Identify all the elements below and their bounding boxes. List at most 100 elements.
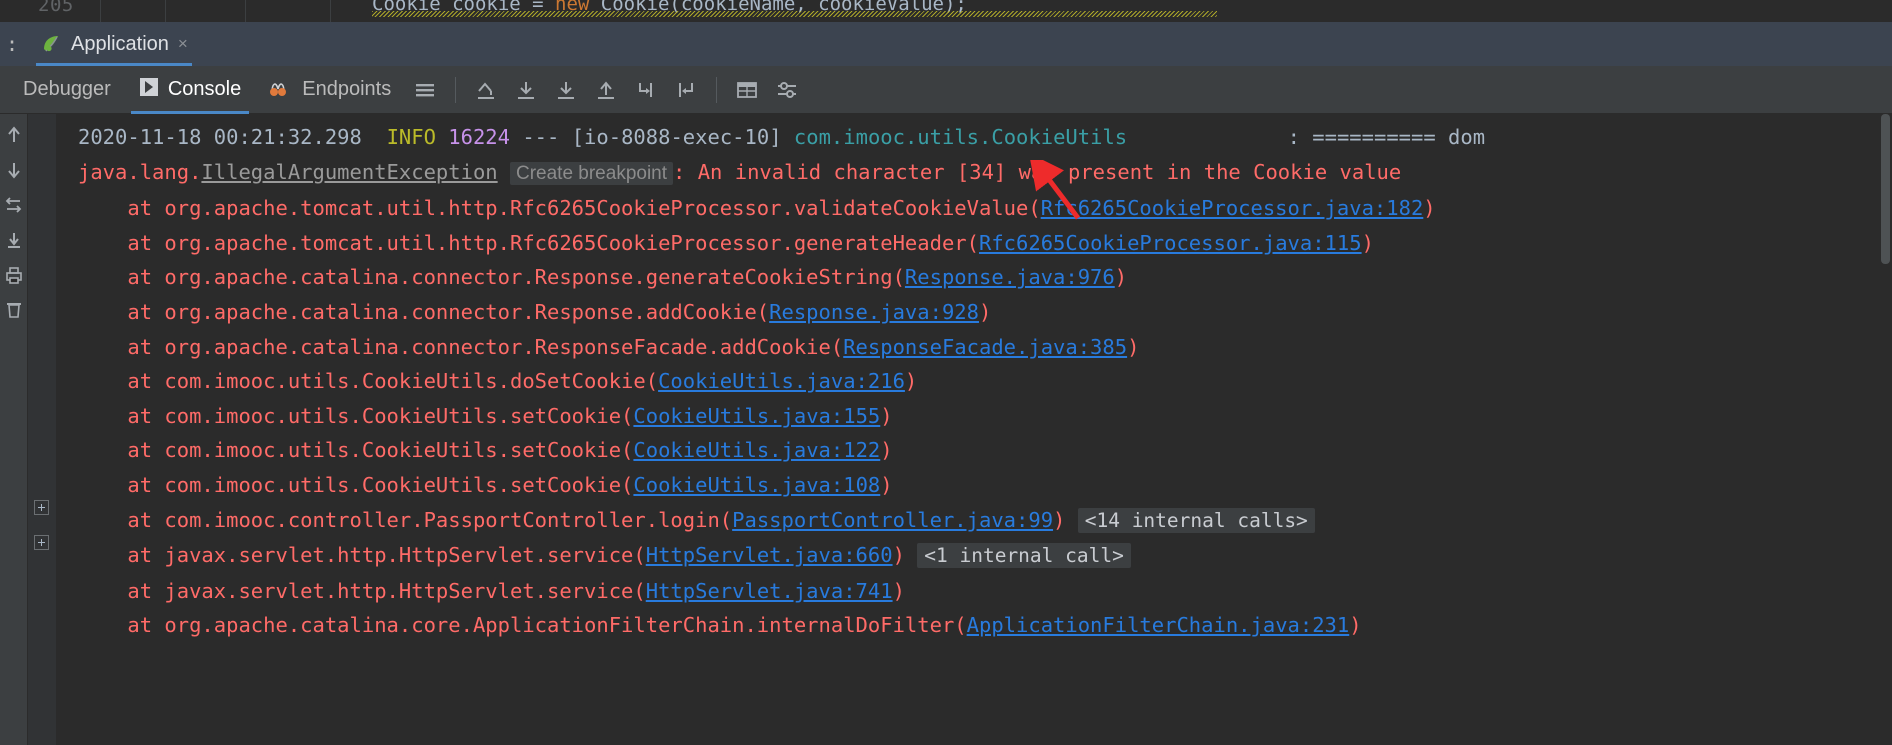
stack-frame-suffix: ) <box>892 543 905 568</box>
exception-message: An invalid character [34] was present in… <box>697 159 1402 184</box>
console-output[interactable]: 2020-11-18 00:21:32.298 INFO 16224 --- [… <box>56 114 1892 745</box>
stack-frame-suffix: ) <box>978 299 992 324</box>
stack-frame-link[interactable]: HttpServlet.java:660 <box>646 543 893 567</box>
stack-frame-suffix: ) <box>1423 196 1436 221</box>
stack-frame-suffix: ) <box>1114 265 1128 290</box>
tabbar-lead-symbol: : <box>6 32 19 56</box>
stack-frame-link[interactable]: CookieUtils.java:122 <box>633 438 880 462</box>
stack-frame-suffix: ) <box>1127 334 1140 359</box>
console-exception-line: java.lang.IllegalArgumentException Creat… <box>56 155 1892 192</box>
stack-frame-text: at org.apache.tomcat.util.http.Rfc6265Co… <box>78 196 1041 221</box>
tab-console[interactable]: Console <box>125 66 255 114</box>
fold-toggle-internal-calls-14[interactable] <box>34 500 49 515</box>
step-over-icon[interactable] <box>506 70 546 110</box>
internal-calls-badge[interactable]: <1 internal call> <box>917 543 1131 569</box>
stack-frame-text: at com.imooc.utils.CookieUtils.doSetCook… <box>78 369 659 394</box>
stack-frame: at com.imooc.utils.CookieUtils.doSetCook… <box>56 364 1892 399</box>
fold-gutter <box>28 114 56 745</box>
log-logger: com.imooc.utils.CookieUtils <box>793 125 1128 149</box>
stack-frame-link[interactable]: PassportController.java:99 <box>732 508 1053 532</box>
stack-frame-text: at javax.servlet.http.HttpServlet.servic… <box>78 578 646 603</box>
console-body: 2020-11-18 00:21:32.298 INFO 16224 --- [… <box>0 114 1892 745</box>
scroll-up-icon[interactable] <box>3 124 25 146</box>
layout-settings-icon[interactable] <box>405 70 445 110</box>
evaluate-expression-icon[interactable] <box>666 70 706 110</box>
force-step-into-icon[interactable] <box>586 70 626 110</box>
console-left-toolbar <box>0 114 28 745</box>
tab-endpoints[interactable]: Endpoints <box>255 66 405 114</box>
log-separator: --- <box>522 125 560 149</box>
clear-all-icon[interactable] <box>3 299 25 321</box>
stack-frame-text: at org.apache.catalina.connector.Respons… <box>78 299 770 324</box>
log-message: ========== dom <box>1312 125 1486 149</box>
scroll-down-icon[interactable] <box>3 159 25 181</box>
stack-frame-text: at org.apache.catalina.connector.Respons… <box>78 334 844 359</box>
stack-frame: at org.apache.catalina.connector.Respons… <box>56 260 1892 295</box>
stack-frame-text: at org.apache.catalina.connector.Respons… <box>78 265 905 290</box>
console-vertical-scrollbar[interactable] <box>1879 114 1892 745</box>
stack-frame-link[interactable]: Response.java:928 <box>769 300 979 324</box>
stack-frame-text: at com.imooc.utils.CookieUtils.setCookie… <box>78 438 634 463</box>
stack-frame-link[interactable]: Rfc6265CookieProcessor.java:182 <box>1041 196 1424 220</box>
soft-wrap-icon[interactable] <box>3 194 25 216</box>
stack-frame: at org.apache.catalina.connector.Respons… <box>56 330 1892 365</box>
show-execution-point-icon[interactable] <box>727 70 767 110</box>
step-out-icon[interactable] <box>466 70 506 110</box>
run-tab-application[interactable]: Application × <box>26 22 202 66</box>
stack-frame-link[interactable]: ApplicationFilterChain.java:231 <box>967 613 1350 637</box>
log-thread: [io-8088-exec-10] <box>571 125 782 149</box>
stack-frame: at com.imooc.utils.CookieUtils.setCookie… <box>56 433 1892 468</box>
stack-frame-text: at com.imooc.utils.CookieUtils.setCookie… <box>78 403 634 428</box>
settings-sliders-icon[interactable] <box>767 70 807 110</box>
stack-frame-text: at org.apache.tomcat.util.http.Rfc6265Co… <box>78 230 979 255</box>
run-tab-label: Application <box>71 32 169 55</box>
stack-frame: at org.apache.catalina.connector.Respons… <box>56 295 1892 330</box>
stack-frame-suffix: ) <box>1349 613 1362 638</box>
log-level: INFO <box>386 125 436 149</box>
stack-frame: at org.apache.catalina.core.ApplicationF… <box>56 608 1892 643</box>
stack-frame: at javax.servlet.http.HttpServlet.servic… <box>56 538 1892 574</box>
stack-frame: at org.apache.tomcat.util.http.Rfc6265Co… <box>56 226 1892 261</box>
console-log-line: 2020-11-18 00:21:32.298 INFO 16224 --- [… <box>56 120 1892 155</box>
stack-frame-suffix: ) <box>880 403 893 428</box>
step-into-icon[interactable] <box>546 70 586 110</box>
editor-strip: 205 Cookie cookie = new Cookie(cookieNam… <box>0 0 1892 22</box>
internal-calls-badge[interactable]: <14 internal calls> <box>1077 507 1315 533</box>
stack-frame-link[interactable]: HttpServlet.java:741 <box>646 579 893 603</box>
stack-frame: at com.imooc.utils.CookieUtils.setCookie… <box>56 399 1892 434</box>
log-colon: : <box>1287 125 1300 149</box>
run-to-cursor-icon[interactable] <box>626 70 666 110</box>
tab-debugger-label: Debugger <box>23 78 111 100</box>
spring-boot-icon <box>40 33 62 55</box>
stack-frame-suffix: ) <box>904 369 918 394</box>
stack-frame-suffix: ) <box>892 578 905 603</box>
stack-trace: at org.apache.tomcat.util.http.Rfc6265Co… <box>56 191 1892 643</box>
stack-frame-link[interactable]: CookieUtils.java:155 <box>633 404 880 428</box>
stack-frame-link[interactable]: Response.java:976 <box>905 265 1115 289</box>
stack-frame-suffix: ) <box>1361 230 1374 255</box>
debug-toolbar: Debugger Console Endpoints <box>0 66 1892 114</box>
run-tool-window-tabbar: : Application × <box>0 22 1892 66</box>
stack-frame-link[interactable]: Rfc6265CookieProcessor.java:115 <box>979 231 1362 255</box>
stack-frame-text: at com.imooc.controller.PassportControll… <box>78 507 733 532</box>
tab-debugger[interactable]: Debugger <box>0 66 125 114</box>
log-pid: 16224 <box>448 125 510 149</box>
stack-frame-text: at org.apache.catalina.core.ApplicationF… <box>78 613 967 638</box>
fold-toggle-internal-calls-1[interactable] <box>34 535 49 550</box>
toolbar-divider <box>455 76 457 103</box>
tab-console-label: Console <box>167 78 242 100</box>
stack-frame-link[interactable]: CookieUtils.java:108 <box>633 473 880 497</box>
print-icon[interactable] <box>3 264 25 286</box>
stack-frame-link[interactable]: CookieUtils.java:216 <box>658 369 905 393</box>
stack-frame-suffix: ) <box>880 438 893 463</box>
stack-frame: at org.apache.tomcat.util.http.Rfc6265Co… <box>56 191 1892 226</box>
stack-frame-text: at javax.servlet.http.HttpServlet.servic… <box>78 543 646 568</box>
create-breakpoint-badge[interactable]: Create breakpoint <box>509 161 674 185</box>
exception-colon: : <box>673 159 686 184</box>
scrollbar-thumb[interactable] <box>1881 114 1890 264</box>
exception-package: java.lang. <box>78 159 202 184</box>
stack-frame-link[interactable]: ResponseFacade.java:385 <box>843 335 1127 359</box>
close-icon[interactable]: × <box>178 34 188 54</box>
scroll-to-end-icon[interactable] <box>3 229 25 251</box>
exception-class: IllegalArgumentException <box>201 159 498 184</box>
